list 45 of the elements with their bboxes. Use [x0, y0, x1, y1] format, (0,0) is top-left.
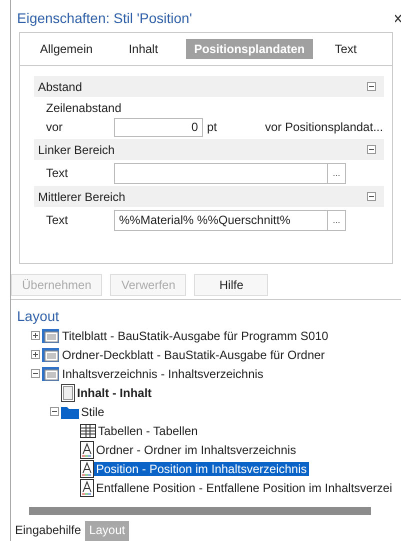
- window-title: Eigenschaften: Stil 'Position': [17, 10, 192, 26]
- section-title: Abstand: [38, 80, 82, 94]
- section-title: Layout: [16, 307, 60, 326]
- unit-label: pt: [207, 120, 218, 134]
- expand-icon[interactable]: [31, 350, 40, 359]
- close-icon[interactable]: [395, 14, 401, 22]
- collapse-icon[interactable]: [367, 192, 376, 201]
- tree-item[interactable]: Tabellen - Tabellen: [96, 424, 200, 438]
- tab[interactable]: Text: [326, 39, 365, 59]
- folder-document-icon: [42, 346, 60, 362]
- section-title: Mittlerer Bereich: [38, 190, 126, 204]
- collapse-icon[interactable]: [50, 407, 59, 416]
- folder-icon: [61, 404, 79, 418]
- document-icon: [61, 384, 75, 402]
- tab[interactable]: Inhalt: [120, 39, 166, 59]
- table-icon: [80, 424, 96, 438]
- folder-document-icon: [42, 328, 60, 344]
- collapse-icon[interactable]: [31, 369, 40, 378]
- text-field[interactable]: ...: [114, 162, 346, 184]
- tab[interactable]: Allgemein: [32, 39, 101, 59]
- field-label: Text: [46, 166, 70, 180]
- number-field[interactable]: 0: [114, 118, 203, 136]
- tree-item[interactable]: Inhalt - Inhalt: [75, 386, 154, 400]
- folder-document-icon: [42, 366, 60, 382]
- scrollbar[interactable]: [29, 507, 371, 515]
- tree-item[interactable]: Stile: [79, 404, 106, 418]
- text-style-icon: [80, 440, 94, 458]
- tree-item[interactable]: Position - Position im Inhaltsverzeichnis: [94, 462, 309, 476]
- tree-item[interactable]: Titelblatt - BauStatik-Ausgabe für Programm S010: [60, 328, 330, 342]
- text-style-icon: [80, 478, 94, 496]
- collapse-icon[interactable]: [367, 82, 376, 91]
- section-title: Linker Bereich: [38, 142, 115, 156]
- field-label: Text: [46, 213, 70, 227]
- action-button[interactable]: Hilfe: [194, 274, 268, 296]
- expand-icon[interactable]: [31, 331, 40, 340]
- text-field[interactable]: %%Material% %%Querschnitt% ...: [114, 210, 346, 230]
- note-text: vor Positionsplandat...: [265, 120, 384, 134]
- text-style-icon: [80, 460, 94, 478]
- field-label: Zeilenabstand: [46, 101, 122, 115]
- field-label: vor: [46, 120, 64, 134]
- tree-item[interactable]: Ordner-Deckblatt - BauStatik-Ausgabe für Ordner: [60, 348, 327, 362]
- tree-item[interactable]: Ordner - Ordner im Inhaltsverzeichnis: [94, 442, 298, 456]
- tree-item[interactable]: Entfallene Position - Entfallene Position im Inhaltsverzei: [94, 480, 394, 494]
- tree-item[interactable]: Inhaltsverzeichnis - Inhaltsverzeichnis: [60, 366, 266, 380]
- collapse-icon[interactable]: [367, 145, 376, 154]
